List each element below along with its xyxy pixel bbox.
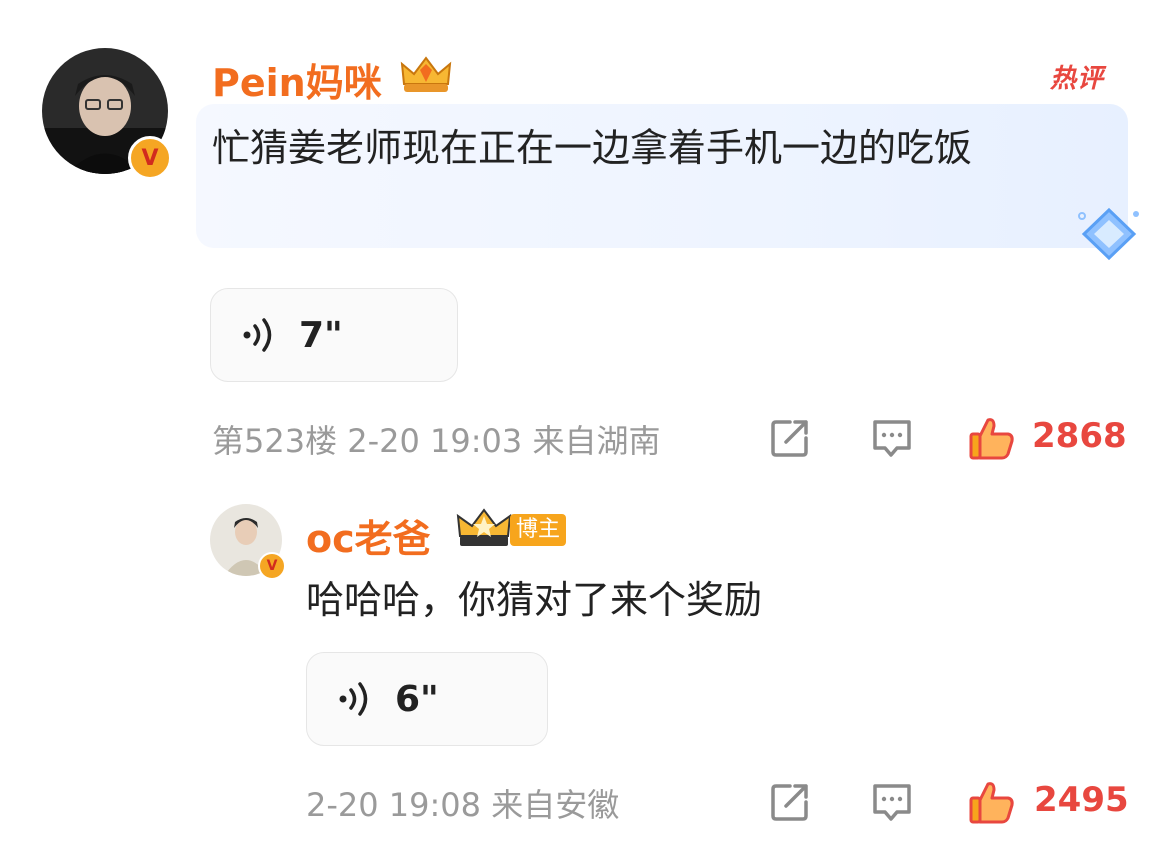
- like-count: 2495: [1034, 780, 1129, 820]
- comment-text: 忙猜姜老师现在正在一边拿着手机一边的吃饭: [212, 126, 973, 170]
- comment-username[interactable]: Pein妈咪: [212, 52, 382, 107]
- diamond-icon: [1076, 206, 1142, 264]
- thumbs-up-icon[interactable]: [968, 778, 1016, 826]
- thumbs-up-icon[interactable]: [968, 414, 1016, 462]
- crown-icon: [398, 54, 454, 96]
- voice-wave-icon: [339, 682, 368, 716]
- share-icon[interactable]: [768, 416, 812, 460]
- voice-duration: 7": [299, 314, 343, 356]
- verified-badge: V: [258, 552, 286, 580]
- voice-message[interactable]: 6": [306, 652, 548, 746]
- like-count: 2868: [1032, 416, 1127, 456]
- reply-meta: 2-20 19:08 来自安徽: [306, 786, 620, 824]
- comment-icon[interactable]: [870, 416, 914, 460]
- blogger-badge: 博主: [510, 514, 567, 546]
- crown-icon: [456, 508, 512, 550]
- share-icon[interactable]: [768, 780, 812, 824]
- reply-username[interactable]: oc老爸: [306, 508, 431, 563]
- comment-icon[interactable]: [870, 780, 914, 824]
- verified-badge: V: [128, 136, 172, 180]
- reply-text: 哈哈哈，你猜对了来个奖励: [306, 578, 763, 622]
- voice-wave-icon: [243, 318, 272, 352]
- voice-message[interactable]: 7": [210, 288, 458, 382]
- comment-meta: 第523楼 2-20 19:03 来自湖南: [212, 422, 661, 460]
- hot-comment-tag: 热评: [1050, 64, 1105, 94]
- voice-duration: 6": [395, 678, 439, 720]
